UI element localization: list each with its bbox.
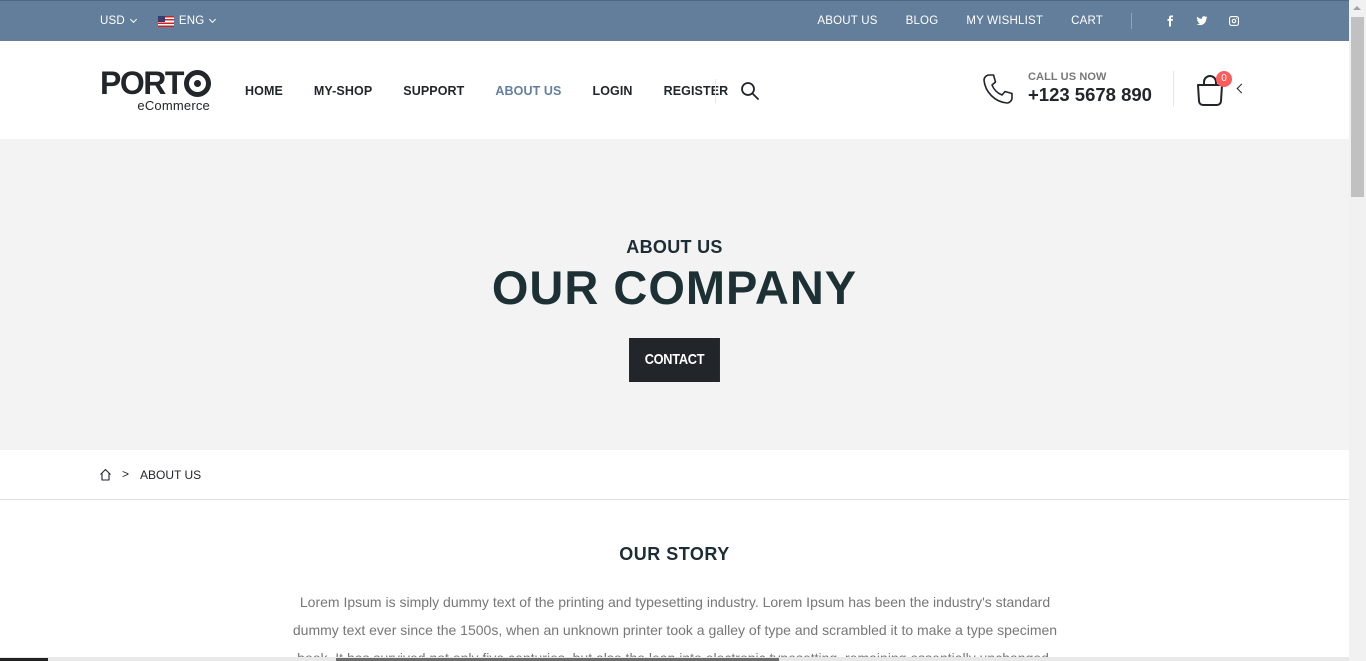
search-icon[interactable] <box>740 81 760 101</box>
divider <box>1131 13 1132 29</box>
chevron-left-icon[interactable] <box>1236 83 1247 94</box>
chevron-right-icon: > <box>122 467 130 481</box>
chevron-down-icon <box>209 15 217 24</box>
hero-banner: ABOUT US OUR COMPANY CONTACT <box>0 139 1349 450</box>
top-link-about-us[interactable]: ABOUT US <box>817 15 877 27</box>
hero-title: OUR COMPANY <box>491 261 858 314</box>
top-link-my-wishlist[interactable]: MY WISHLIST <box>966 15 1043 27</box>
twitter-icon[interactable] <box>1186 1 1218 41</box>
scroll-up-arrow-icon[interactable] <box>1353 6 1361 10</box>
language-label: ENG <box>178 15 205 27</box>
main-nav: HOME MY-SHOP SUPPORT ABOUT US LOGIN REGI… <box>245 41 759 141</box>
nav-item-support[interactable]: SUPPORT <box>403 84 464 98</box>
breadcrumb-current: ABOUT US <box>140 468 202 482</box>
language-dropdown[interactable]: ENG <box>157 15 217 27</box>
nav-item-my-shop[interactable]: MY-SHOP <box>314 84 372 98</box>
story-text: Lorem Ipsum is simply dummy text of the … <box>292 594 1058 661</box>
porto-logo[interactable]: PORT eCommerce <box>100 67 212 113</box>
currency-label: USD <box>100 15 125 27</box>
facebook-icon[interactable] <box>1154 1 1186 41</box>
logo-o-mark <box>183 69 211 97</box>
breadcrumb: > ABOUT US <box>0 450 1349 500</box>
main-header: PORT eCommerce HOME MY-SHOP SUPPORT ABOU… <box>0 41 1349 139</box>
top-link-cart[interactable]: CART <box>1071 15 1103 27</box>
horizontal-scrollbar[interactable] <box>0 657 1349 661</box>
divider <box>715 79 716 103</box>
top-link-blog[interactable]: BLOG <box>906 15 939 27</box>
phone-number[interactable]: +123 5678 890 <box>1028 84 1152 106</box>
logo-subtitle: eCommerce <box>137 98 210 113</box>
cart-count-badge: 0 <box>1216 71 1232 87</box>
top-bar: USD ENG ABOUT US BLOG MY WISHLIST CART <box>0 0 1349 41</box>
currency-dropdown[interactable]: USD <box>100 15 137 27</box>
divider <box>1173 71 1174 107</box>
home-icon[interactable] <box>99 468 112 481</box>
nav-item-register[interactable]: REGISTER <box>664 84 729 98</box>
call-us-block: CALL US NOW +123 5678 890 <box>1028 71 1152 106</box>
logo-text: PORT <box>100 65 184 101</box>
hero-subtitle: ABOUT US <box>626 237 723 257</box>
nav-item-home[interactable]: HOME <box>245 84 283 98</box>
phone-icon <box>981 72 1015 106</box>
page: USD ENG ABOUT US BLOG MY WISHLIST CART P… <box>0 0 1366 661</box>
scrollbar-thumb[interactable] <box>1351 17 1364 197</box>
chevron-down-icon <box>129 15 137 24</box>
us-flag-icon <box>157 15 174 27</box>
contact-button[interactable]: CONTACT <box>629 338 720 382</box>
story-title: OUR STORY <box>619 544 730 564</box>
nav-item-login[interactable]: LOGIN <box>592 84 632 98</box>
nav-item-about-us[interactable]: ABOUT US <box>495 84 561 98</box>
call-us-label: CALL US NOW <box>1028 71 1107 83</box>
vertical-scrollbar[interactable] <box>1349 0 1366 661</box>
instagram-icon[interactable] <box>1218 1 1250 41</box>
